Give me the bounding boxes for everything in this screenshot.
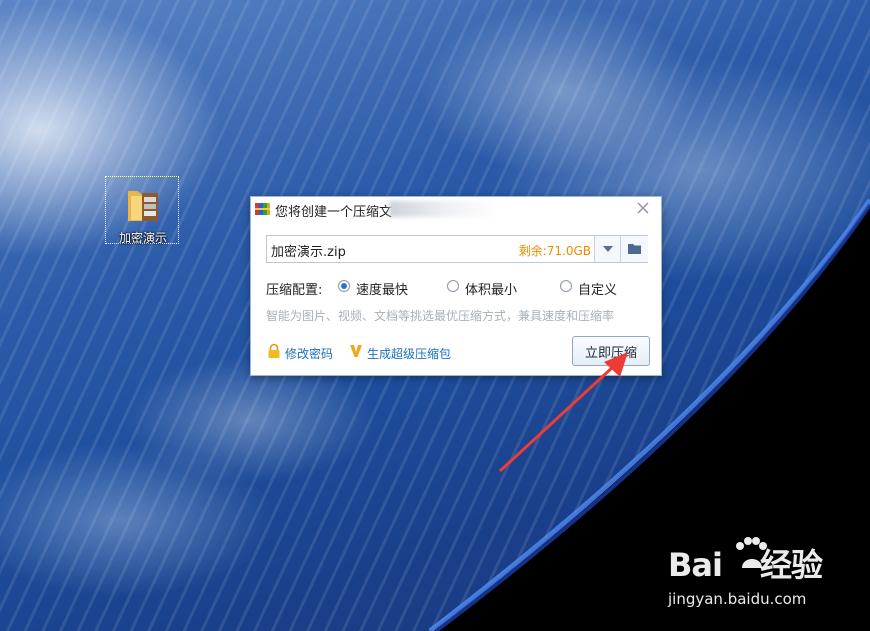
compression-config: 压缩配置: 速度最快 体积最小 自定义 bbox=[266, 277, 648, 298]
lock-icon bbox=[268, 343, 280, 358]
paw-icon bbox=[736, 537, 767, 568]
free-space-label: 剩余:71.0GB bbox=[518, 244, 591, 258]
radio-label: 体积最小 bbox=[465, 283, 518, 298]
config-hint: 智能为图片、视频、文档等挑选最优压缩方式，兼具速度和压缩率 bbox=[266, 309, 615, 323]
dialog-title: 您将创建一个压缩文 bbox=[275, 205, 393, 220]
desktop-folder-icon[interactable]: 加密演示 bbox=[105, 176, 179, 245]
radio-button[interactable] bbox=[447, 280, 459, 292]
path-dropdown-button[interactable] bbox=[594, 236, 621, 262]
close-icon[interactable] bbox=[633, 199, 653, 217]
blurred-title-region bbox=[389, 201, 499, 217]
compress-now-button[interactable]: 立即压缩 bbox=[572, 336, 650, 366]
watermark-url: jingyan.baidu.com bbox=[668, 590, 807, 608]
radio-label: 自定义 bbox=[578, 283, 618, 298]
create-archive-dialog: 您将创建一个压缩文 加密演示.zip 剩余:71.0GB 压缩配置: 速度最快 … bbox=[250, 196, 662, 376]
archive-filename[interactable]: 加密演示.zip bbox=[271, 241, 346, 260]
dialog-titlebar[interactable]: 您将创建一个压缩文 bbox=[251, 197, 661, 221]
baidu-jingyan-watermark: Bai 经验 jingyan.baidu.com bbox=[668, 537, 858, 620]
change-password-label: 修改密码 bbox=[285, 347, 334, 361]
folder-icon bbox=[628, 244, 641, 254]
radio-button[interactable] bbox=[338, 280, 350, 292]
super-package-label: 生成超级压缩包 bbox=[367, 347, 452, 361]
radio-label: 速度最快 bbox=[356, 283, 409, 298]
v-badge-icon bbox=[350, 345, 362, 357]
folder-icon bbox=[128, 191, 158, 221]
config-label: 压缩配置: bbox=[266, 283, 323, 298]
save-path-field[interactable]: 加密演示.zip 剩余:71.0GB bbox=[266, 235, 648, 263]
desktop-icon-label: 加密演示 bbox=[118, 231, 167, 245]
chevron-down-icon bbox=[603, 246, 613, 252]
browse-folder-button[interactable] bbox=[620, 236, 648, 262]
radio-button[interactable] bbox=[560, 280, 572, 292]
archive-app-icon bbox=[255, 203, 270, 215]
